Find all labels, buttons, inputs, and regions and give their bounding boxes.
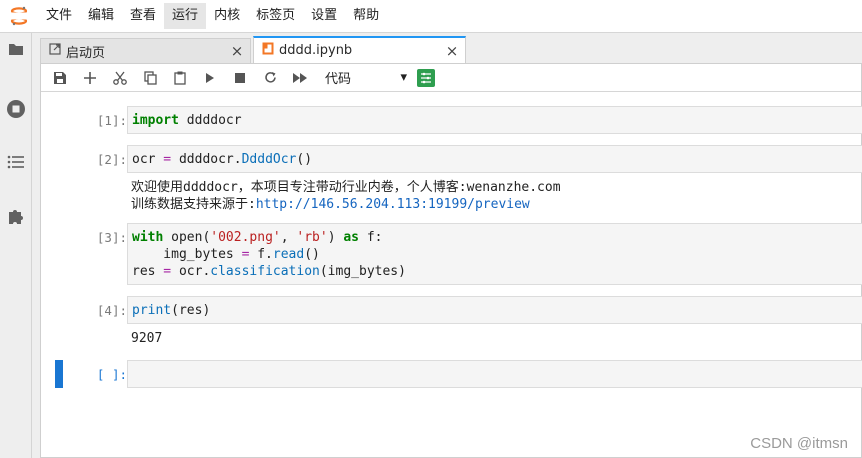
code-token: = — [233, 247, 258, 262]
puzzle-icon[interactable] — [0, 200, 32, 232]
code-token: () — [304, 247, 320, 262]
code-token: DdddOcr — [241, 152, 297, 167]
code-token: res — [132, 264, 156, 279]
code-token: f: — [359, 230, 383, 245]
code-token: () — [296, 152, 313, 167]
code-token: img_bytes — [132, 247, 234, 262]
cell-output: 欢迎使用ddddocr，本项目专注带动行业内卷，个人博客:wenanzhe.co… — [127, 179, 862, 213]
tab-launcher[interactable]: 启动页 × — [40, 38, 251, 63]
code-token: (img_bytes) — [319, 264, 406, 279]
code-token: = — [155, 264, 179, 279]
cell-prompt: [3]: — [96, 230, 127, 245]
cell-prompt: [1]: — [96, 113, 127, 128]
code-token: '002.png' — [210, 230, 281, 245]
code-token: , — [280, 230, 297, 245]
cell-prompt: [2]: — [96, 152, 127, 167]
property-inspector-icon[interactable] — [417, 68, 435, 87]
copy-icon[interactable] — [135, 66, 165, 90]
notebook-icon — [262, 42, 274, 59]
cell-output: 9207 — [131, 331, 163, 346]
close-icon[interactable]: × — [230, 42, 244, 60]
stop-icon[interactable] — [225, 66, 255, 90]
code-token: ddddocr. — [178, 152, 242, 167]
code-token: = — [155, 152, 179, 167]
jupyter-logo-icon[interactable] — [0, 0, 38, 33]
cell-type-select[interactable]: 代码 ▾ — [325, 67, 411, 89]
code-token: ocr — [132, 152, 156, 167]
left-sidebar — [0, 33, 32, 458]
cell-prompt: [4]: — [96, 303, 127, 318]
code-editor[interactable]: print(res) — [127, 296, 862, 324]
code-token: ) — [327, 230, 344, 245]
stop-circle-icon[interactable] — [0, 93, 32, 125]
cell-type-value: 代码 — [325, 72, 352, 87]
menu-run[interactable]: 运行 — [164, 3, 207, 29]
list-icon[interactable] — [0, 146, 32, 178]
folder-icon[interactable] — [0, 33, 32, 65]
paste-icon[interactable] — [165, 66, 195, 90]
output-text: 训练数据支持来源于: — [131, 197, 256, 212]
code-editor[interactable]: ocr = ddddocr.DdddOcr() — [127, 145, 862, 173]
chevron-down-icon: ▾ — [400, 70, 407, 85]
watermark: CSDN @itmsn — [750, 435, 848, 452]
fast-forward-icon[interactable] — [285, 66, 315, 90]
code-token: open — [163, 230, 203, 245]
output-link[interactable]: http://146.56.204.113:19199/preview — [256, 197, 530, 212]
menu-tabs[interactable]: 标签页 — [248, 3, 303, 29]
restart-icon[interactable] — [255, 66, 285, 90]
code-token: as — [343, 230, 360, 245]
notebook-panel: 代码 ▾ [1]: import ddddocr [2]: ocr = dddd… — [40, 63, 862, 458]
menu-settings[interactable]: 设置 — [303, 3, 345, 29]
run-icon[interactable] — [195, 66, 225, 90]
close-icon[interactable]: × — [445, 42, 459, 60]
code-token: read — [272, 247, 305, 262]
menu-file[interactable]: 文件 — [38, 3, 80, 29]
tab-bar: 启动页 × dddd.ipynb × — [40, 36, 468, 63]
cell-prompt: [ ]: — [96, 367, 127, 382]
code-editor[interactable]: import ddddocr — [127, 106, 862, 134]
menu-edit[interactable]: 编辑 — [80, 3, 122, 29]
code-token: print — [132, 303, 172, 318]
menu-view[interactable]: 查看 — [122, 3, 164, 29]
main-dock: 启动页 × dddd.ipynb × 代码 ▾ [1]: import dddd… — [32, 33, 862, 458]
code-token: with — [132, 230, 164, 245]
save-icon[interactable] — [45, 66, 75, 90]
code-token: ocr. — [178, 264, 211, 279]
code-token: (res) — [171, 303, 211, 318]
menu-kernel[interactable]: 内核 — [206, 3, 248, 29]
menu-bar: 文件 编辑 查看 运行 内核 标签页 设置 帮助 — [0, 0, 862, 33]
add-icon[interactable] — [75, 66, 105, 90]
code-token: import — [132, 113, 179, 128]
notebook-toolbar: 代码 ▾ — [41, 64, 861, 92]
tab-label: 启动页 — [66, 45, 106, 61]
code-token: 'rb' — [296, 230, 328, 245]
launcher-icon — [49, 43, 61, 59]
tab-label: dddd.ipynb — [279, 43, 353, 58]
code-token: ddddocr — [178, 113, 242, 128]
menu-help[interactable]: 帮助 — [345, 3, 387, 29]
code-editor[interactable]: with open('002.png', 'rb') as f: img_byt… — [127, 223, 862, 285]
code-token: classification — [210, 264, 320, 279]
cut-icon[interactable] — [105, 66, 135, 90]
tab-notebook[interactable]: dddd.ipynb × — [253, 36, 466, 63]
code-editor[interactable] — [127, 360, 862, 388]
output-text: 欢迎使用ddddocr，本项目专注带动行业内卷，个人博客:wenanzhe.co… — [131, 180, 561, 195]
code-token: f. — [257, 247, 273, 262]
